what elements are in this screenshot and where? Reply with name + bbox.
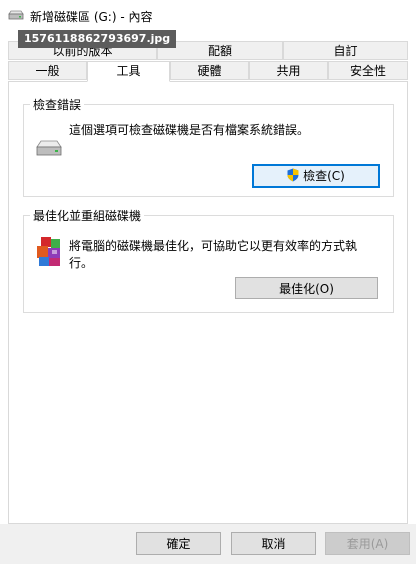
- apply-button[interactable]: 套用(A): [325, 532, 410, 555]
- ok-button[interactable]: 確定: [136, 532, 221, 555]
- check-button[interactable]: 檢查(C): [252, 164, 380, 188]
- tab-sharing[interactable]: 共用: [249, 61, 328, 80]
- tab-general[interactable]: 一般: [8, 61, 87, 80]
- uac-shield-icon: [287, 168, 299, 182]
- cancel-button[interactable]: 取消: [231, 532, 316, 555]
- optimize-group: 最佳化並重組磁碟機 將電腦的磁碟機最佳化，可協助它以更有效率的方式執行。 最佳化…: [23, 207, 394, 313]
- optimize-title: 最佳化並重組磁碟機: [30, 207, 145, 224]
- window-title: 新增磁碟區 (G:) - 內容: [30, 10, 153, 24]
- drive-icon: [8, 10, 24, 20]
- tab-security[interactable]: 安全性: [328, 61, 408, 80]
- optimize-description: 將電腦的磁碟機最佳化，可協助它以更有效率的方式執行。: [69, 239, 358, 270]
- tab-customize[interactable]: 自訂: [283, 41, 408, 60]
- tools-panel: 檢查錯誤 這個選項可檢查磁碟機是否有檔案系統錯誤。 檢查(C) 最佳化並重組磁碟…: [8, 81, 408, 524]
- tab-tools[interactable]: 工具: [87, 61, 170, 82]
- filename-overlay: 1576118862793697.jpg: [18, 30, 177, 48]
- dialog-button-bar: 確定 取消 套用(A): [0, 524, 416, 564]
- optimize-button[interactable]: 最佳化(O): [235, 277, 378, 299]
- drive-icon: [36, 140, 62, 156]
- defrag-icon: [37, 237, 60, 266]
- tab-hardware[interactable]: 硬體: [170, 61, 249, 80]
- check-button-label: 檢查(C): [303, 168, 345, 183]
- error-check-group: 檢查錯誤 這個選項可檢查磁碟機是否有檔案系統錯誤。 檢查(C): [23, 96, 394, 197]
- title-bar: 新增磁碟區 (G:) - 內容: [0, 0, 416, 30]
- error-check-title: 檢查錯誤: [30, 96, 85, 113]
- error-check-description: 這個選項可檢查磁碟機是否有檔案系統錯誤。: [69, 123, 310, 137]
